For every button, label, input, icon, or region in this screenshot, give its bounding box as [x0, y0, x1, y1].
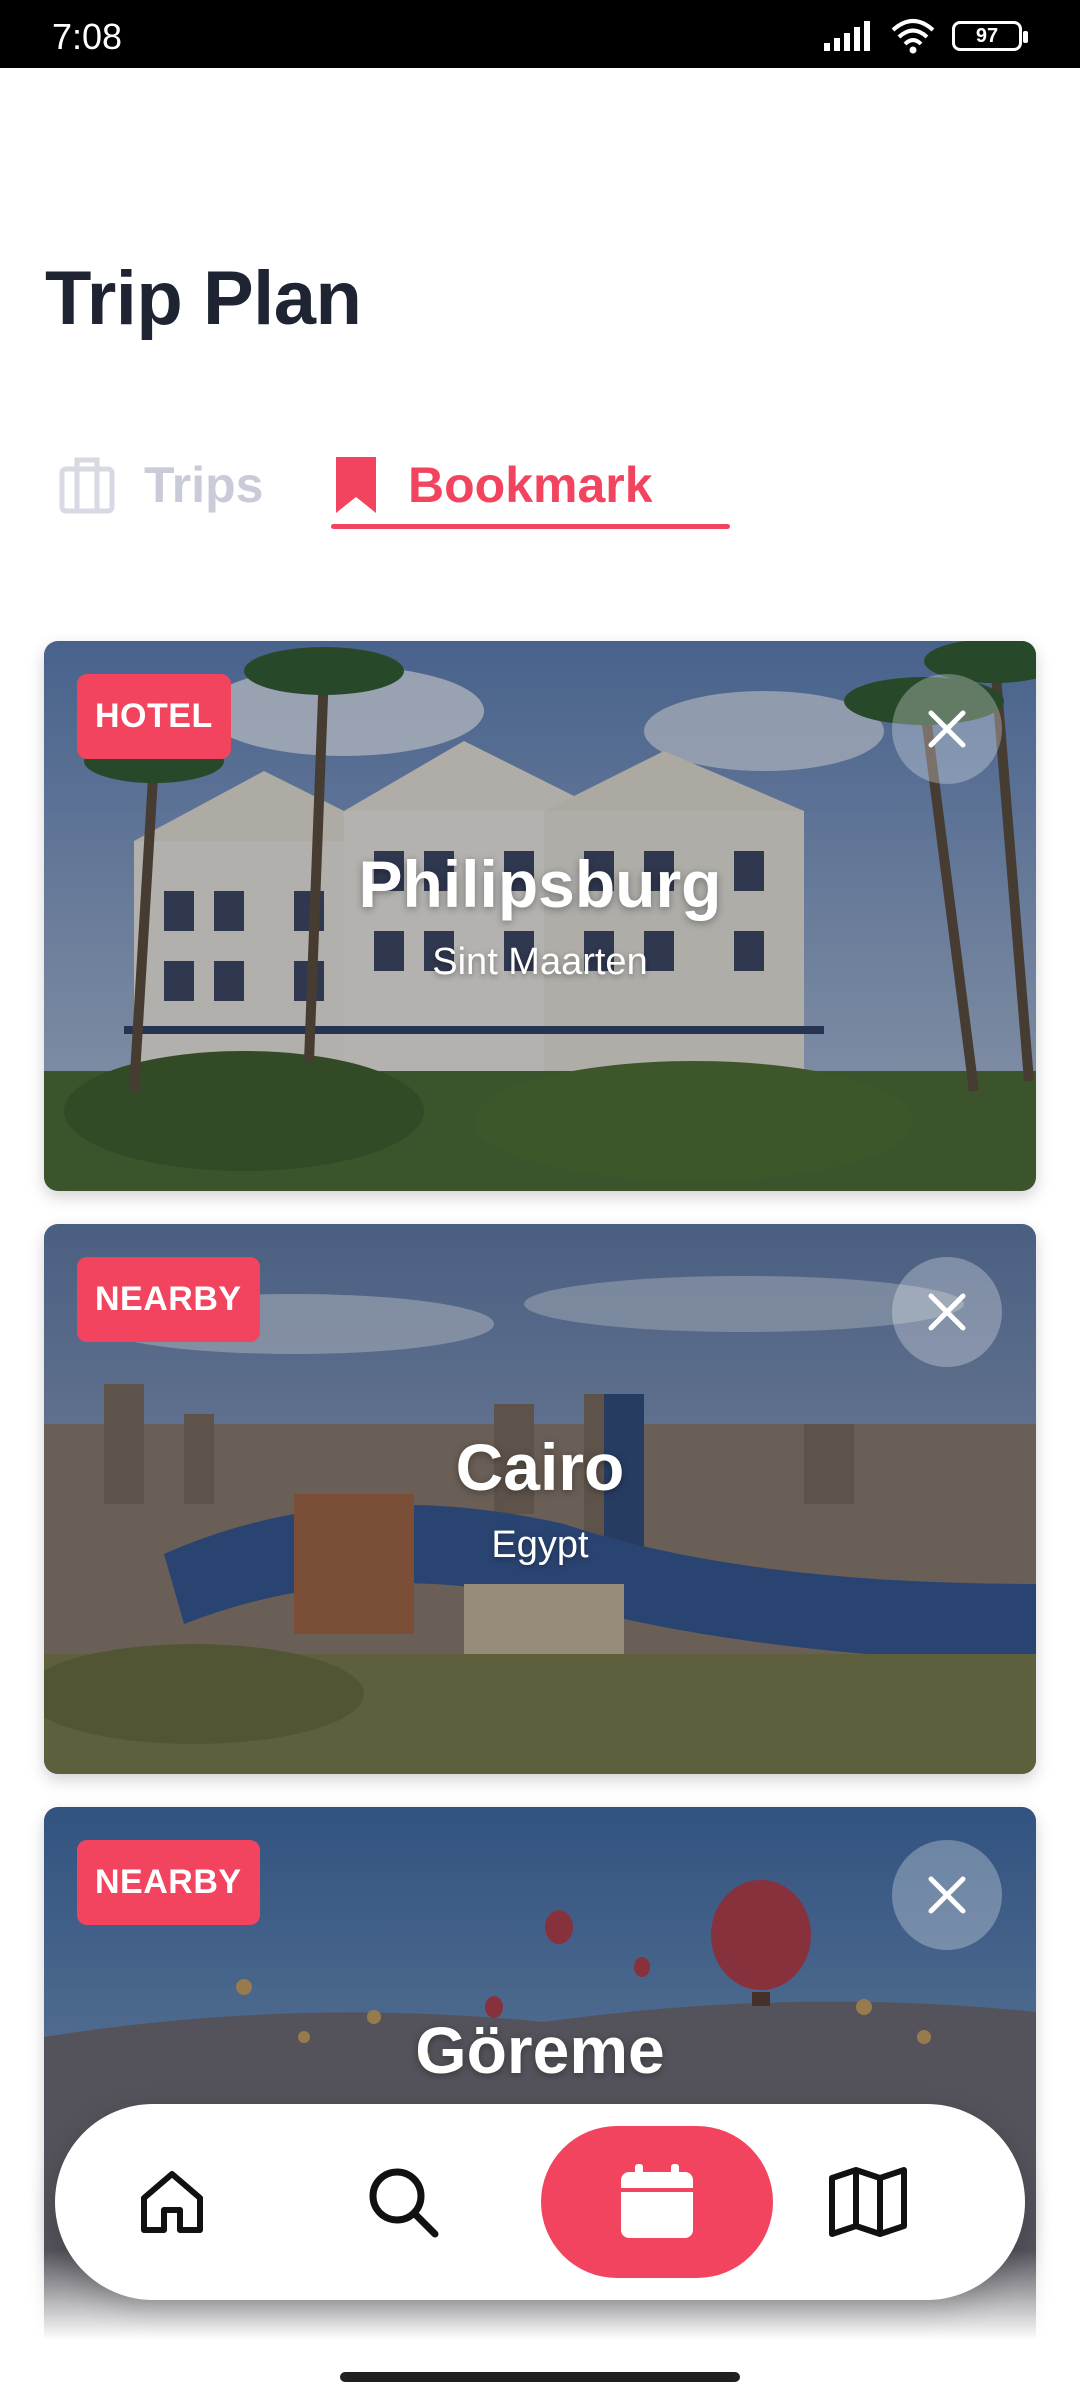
- tab-trips[interactable]: Trips: [58, 440, 263, 530]
- card-city: Cairo: [455, 1430, 625, 1504]
- remove-bookmark-button[interactable]: [892, 1257, 1002, 1367]
- tab-trips-label: Trips: [144, 457, 264, 513]
- category-badge: NEARBY: [77, 1840, 260, 1925]
- suitcase-icon: [59, 457, 115, 514]
- remove-bookmark-button[interactable]: [892, 1840, 1002, 1950]
- search-icon: [369, 2168, 439, 2238]
- close-icon: [928, 710, 966, 748]
- home-icon: [141, 2171, 203, 2233]
- category-badge: HOTEL: [77, 674, 231, 759]
- card-city: Philipsburg: [358, 847, 722, 921]
- battery-indicator: 97: [952, 21, 1028, 51]
- tab-bookmark[interactable]: Bookmark: [332, 440, 653, 530]
- calendar-icon: [621, 2164, 693, 2238]
- close-icon: [928, 1876, 966, 1914]
- bookmark-card[interactable]: HOTEL Philipsburg Sint Maarten: [44, 641, 1036, 1191]
- close-icon: [928, 1293, 966, 1331]
- status-icons: 97: [822, 18, 1028, 54]
- card-country: Egypt: [491, 1524, 589, 1566]
- category-badge: NEARBY: [77, 1257, 260, 1342]
- status-time: 7:08: [52, 16, 123, 57]
- tab-bookmark-label: Bookmark: [408, 457, 653, 513]
- bottom-nav: [55, 2104, 1025, 2300]
- nav-home-button[interactable]: [92, 2104, 252, 2300]
- nav-map-button[interactable]: [788, 2104, 948, 2300]
- status-bar: 7:08 97: [0, 0, 1080, 68]
- bookmark-card[interactable]: NEARBY Cairo Egypt: [44, 1224, 1036, 1774]
- nav-calendar-button[interactable]: [541, 2126, 773, 2278]
- tab-bar: Trips Bookmark: [58, 440, 758, 530]
- map-icon: [829, 2167, 907, 2237]
- page-title: Trip Plan: [45, 256, 362, 341]
- active-tab-indicator: [331, 524, 730, 529]
- bookmark-icon: [336, 457, 376, 513]
- signal-icon: [824, 21, 870, 51]
- card-country: Sint Maarten: [432, 941, 648, 983]
- card-city: Göreme: [415, 2013, 665, 2087]
- nav-search-button[interactable]: [323, 2104, 483, 2300]
- remove-bookmark-button[interactable]: [892, 674, 1002, 784]
- home-indicator[interactable]: [340, 2372, 740, 2382]
- wifi-icon: [891, 19, 935, 54]
